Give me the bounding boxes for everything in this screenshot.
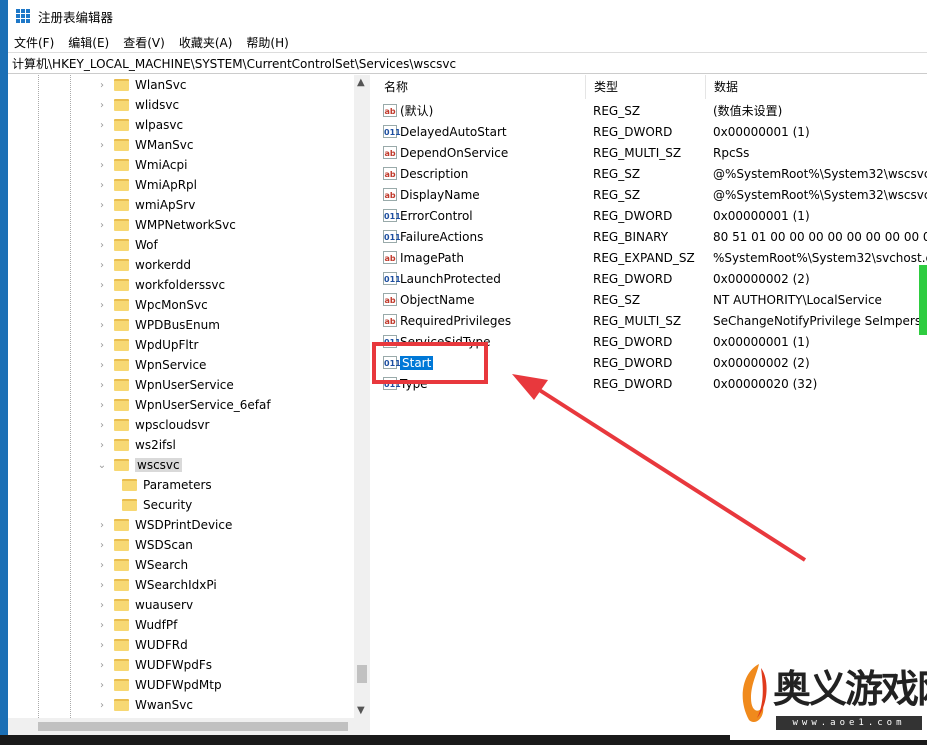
- annotation-arrow: [512, 374, 807, 562]
- watermark-url: www.aoe1.com: [776, 716, 922, 730]
- phoenix-logo-icon: [742, 664, 767, 723]
- arrow-shaft: [528, 382, 807, 562]
- watermark-name: 奥义游戏网: [773, 666, 927, 711]
- watermark-logo: 奥义游戏网 www.aoe1.com: [730, 650, 927, 740]
- arrow-head: [512, 374, 548, 400]
